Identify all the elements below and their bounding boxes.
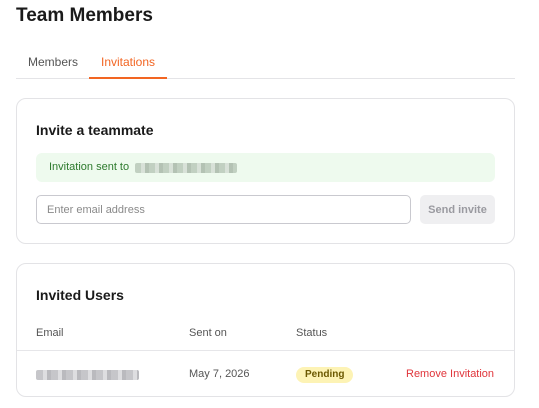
redacted-email xyxy=(36,370,139,380)
page-title: Team Members xyxy=(16,5,153,26)
redacted-email xyxy=(135,163,237,173)
sent-on-cell: May 7, 2026 xyxy=(189,368,250,380)
email-input[interactable] xyxy=(36,195,411,224)
remove-invitation-link[interactable]: Remove Invitation xyxy=(406,368,494,380)
status-badge: Pending xyxy=(296,367,354,383)
tab-bar: Members Invitations xyxy=(16,47,515,79)
column-header-status: Status xyxy=(296,327,328,339)
invite-heading: Invite a teammate xyxy=(36,122,154,138)
send-invite-button[interactable]: Send invite xyxy=(420,195,495,224)
invite-card: Invite a teammate Invitation sent to Sen… xyxy=(16,98,515,244)
invited-users-card: Invited Users Email Sent on Status May 7… xyxy=(16,263,515,397)
success-alert: Invitation sent to xyxy=(36,153,495,182)
invited-users-heading: Invited Users xyxy=(36,287,124,303)
column-header-email: Email xyxy=(36,327,64,339)
column-header-sent-on: Sent on xyxy=(189,327,227,339)
alert-text: Invitation sent to xyxy=(49,161,130,173)
row-divider xyxy=(17,350,514,351)
tab-members[interactable]: Members xyxy=(28,47,78,78)
tab-invitations[interactable]: Invitations xyxy=(89,47,167,79)
